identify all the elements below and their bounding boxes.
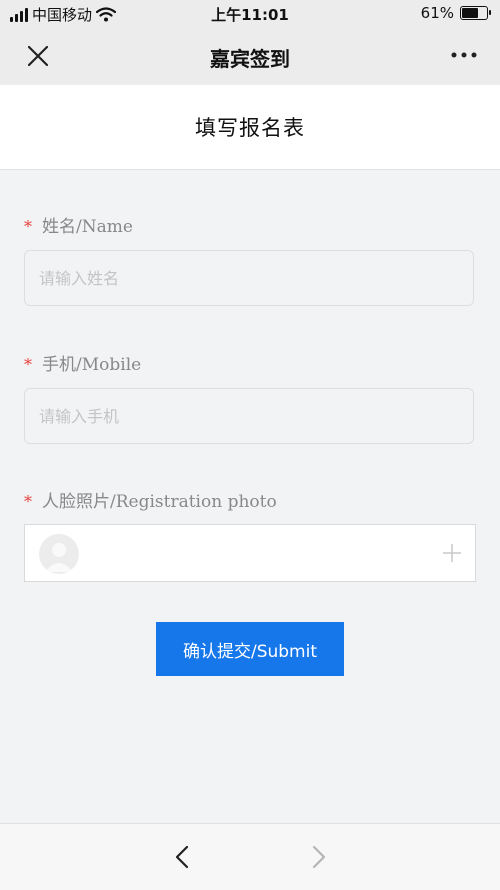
- required-mark: *: [24, 492, 32, 511]
- mobile-input[interactable]: [24, 388, 474, 444]
- more-icon: [451, 52, 477, 58]
- name-label: * 姓名/Name: [24, 212, 133, 237]
- add-photo-icon[interactable]: [441, 542, 463, 564]
- required-mark: *: [24, 355, 32, 374]
- more-button[interactable]: [446, 40, 482, 70]
- nav-bar: 嘉宾签到: [0, 28, 500, 85]
- photo-label-text: 人脸照片/Registration photo: [42, 492, 277, 512]
- mobile-label-text: 手机/Mobile: [42, 355, 142, 375]
- back-button[interactable]: [168, 842, 198, 872]
- status-right: 61%: [420, 4, 491, 22]
- photo-upload[interactable]: [24, 524, 476, 582]
- page-header: 填写报名表: [0, 85, 500, 170]
- nav-title: 嘉宾签到: [210, 47, 290, 71]
- bottom-bar: [0, 823, 500, 890]
- battery-percent: 61%: [420, 4, 454, 22]
- submit-button[interactable]: 确认提交/Submit: [156, 622, 344, 676]
- name-input[interactable]: [24, 250, 474, 306]
- forward-button[interactable]: [303, 842, 333, 872]
- avatar-placeholder-icon: [39, 534, 79, 574]
- page-title: 填写报名表: [195, 116, 305, 140]
- mobile-label: * 手机/Mobile: [24, 350, 141, 375]
- name-label-text: 姓名/Name: [42, 217, 133, 237]
- battery-icon: [460, 6, 491, 20]
- required-mark: *: [24, 217, 32, 236]
- chevron-left-icon: [175, 845, 189, 869]
- photo-label: * 人脸照片/Registration photo: [24, 487, 277, 512]
- battery-fill: [462, 8, 478, 18]
- status-bar: 中国移动 上午11:01 61%: [0, 0, 500, 28]
- chevron-right-icon: [312, 845, 326, 869]
